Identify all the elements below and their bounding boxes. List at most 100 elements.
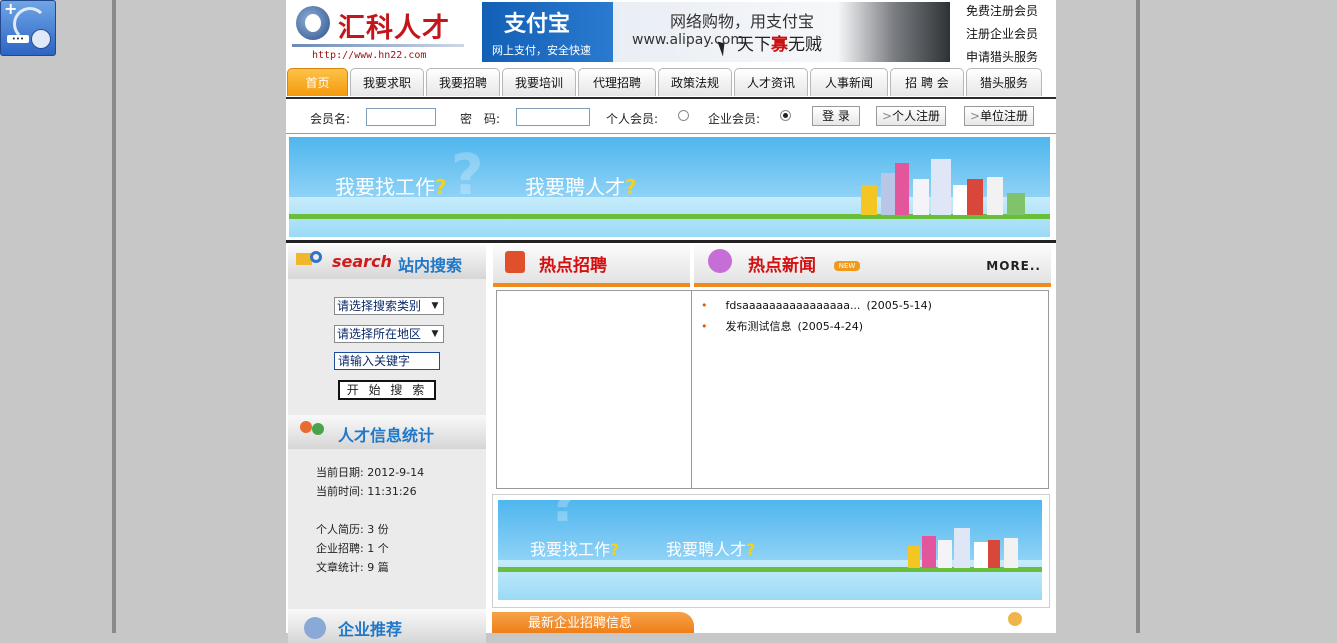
company-member-radio[interactable]	[780, 110, 791, 121]
building	[954, 528, 970, 568]
username-input[interactable]	[366, 108, 436, 126]
keyboard-icon: •••	[7, 35, 29, 43]
password-input[interactable]	[516, 108, 590, 126]
top-links: 免费注册会员 注册企业会员 申请猎头服务	[966, 0, 1056, 69]
nav-underline	[286, 97, 1056, 99]
building	[938, 540, 952, 568]
keyword-input[interactable]: 请输入关键字	[334, 352, 440, 370]
tab-recruit[interactable]: 我要招聘	[426, 68, 500, 96]
chevron-down-icon: ▼	[431, 301, 439, 311]
building	[895, 163, 909, 215]
chevron-down-icon[interactable]	[31, 29, 51, 49]
link-company-register[interactable]: 注册企业会员	[966, 23, 1056, 46]
company-member-label: 企业会员:	[708, 112, 761, 126]
stats-time: 当前时间: 11:31:26	[316, 485, 417, 498]
banner-decor-question: ?	[548, 500, 581, 535]
site-url: http://www.hn22.com	[312, 50, 427, 61]
tab-home[interactable]: 首页	[287, 68, 348, 96]
banner-hire-talent: 我要聘人才?	[525, 175, 637, 199]
tab-job-seek[interactable]: 我要求职	[350, 68, 424, 96]
new-badge: NEW	[834, 261, 860, 271]
building	[1004, 538, 1018, 568]
ad-brand: 支付宝	[504, 12, 571, 37]
ad-tagline: 网上支付，安全快速	[492, 44, 591, 57]
link-free-register[interactable]: 免费注册会员	[966, 0, 1056, 23]
search-category-select[interactable]: 请选择搜索类别 ▼	[334, 297, 444, 315]
users-icon-2	[312, 423, 324, 435]
person-icon	[1008, 612, 1022, 626]
latest-jobs-header: 最新企业招聘信息	[492, 612, 694, 633]
building	[913, 179, 929, 215]
recruit-banner-bottom[interactable]: ? 我要找工作? 我要聘人才?	[498, 500, 1042, 600]
arrow-right-icon: >	[969, 109, 981, 123]
personal-member-label: 个人会员:	[606, 112, 659, 126]
search-title-en: search	[332, 252, 392, 271]
hot-jobs-title: 热点招聘	[539, 256, 607, 276]
floating-widget[interactable]: + •••	[0, 0, 56, 56]
news-item[interactable]: • fdsaaaaaaaaaaaaaaaa... (2005-5-14)	[701, 299, 932, 312]
content-divider	[286, 240, 1056, 243]
ad-slogan: 天下寡无贼	[737, 35, 822, 55]
desktop-gutter-right	[1136, 0, 1140, 633]
personal-member-radio[interactable]	[678, 110, 689, 121]
stats-date: 当前日期: 2012-9-14	[316, 466, 425, 479]
hot-news-title: 热点新闻	[748, 256, 816, 276]
tab-job-fair[interactable]: 招 聘 会	[890, 68, 964, 96]
building	[922, 536, 936, 568]
login-button[interactable]: 登 录	[812, 106, 860, 126]
chevron-down-icon: ▼	[431, 329, 439, 339]
page: 汇科人才 http://www.hn22.com 支付宝 网上支付，安全快速 网…	[286, 0, 1056, 643]
building	[953, 185, 967, 215]
tab-agency[interactable]: 代理招聘	[578, 68, 656, 96]
logo-underline	[292, 44, 464, 47]
building	[861, 185, 877, 215]
search-region-select[interactable]: 请选择所在地区 ▼	[334, 325, 444, 343]
search-section-header: search 站内搜索	[288, 245, 486, 279]
arrow-right-icon: >	[881, 109, 893, 123]
building	[1007, 193, 1025, 215]
stats-resumes: 个人简历: 3 份	[316, 523, 389, 536]
banner-decor-question: ?	[451, 143, 484, 208]
recruit-banner-top[interactable]: ? 我要找工作? 我要聘人才?	[289, 137, 1050, 237]
news-item[interactable]: • 发布测试信息 (2005-4-24)	[701, 318, 863, 334]
building	[931, 159, 951, 215]
tab-policy[interactable]: 政策法规	[658, 68, 732, 96]
users-icon	[300, 421, 312, 433]
company-register-button[interactable]: >单位注册	[964, 106, 1034, 126]
link-headhunter[interactable]: 申请猎头服务	[966, 46, 1056, 69]
tab-headhunt[interactable]: 猎头服务	[966, 68, 1042, 96]
main-nav: 首页 我要求职 我要招聘 我要培训 代理招聘 政策法规 人才资讯 人事新闻 招 …	[286, 68, 1056, 98]
stats-title: 人才信息统计	[338, 426, 435, 445]
logo-text: 汇科人才	[338, 13, 450, 44]
personal-register-button[interactable]: >个人注册	[876, 106, 946, 126]
banner-find-job: 我要找工作?	[530, 540, 620, 559]
hot-jobs-header: 热点招聘	[493, 245, 690, 287]
login-bar: 会员名: 密 码: 个人会员: 企业会员: 登 录 >个人注册 >单位注册	[286, 101, 1056, 134]
alipay-ad-banner[interactable]: 支付宝 网上支付，安全快速 网络购物，用支付宝 www.alipay.com 天…	[482, 2, 950, 62]
building	[967, 179, 983, 215]
building	[988, 540, 1000, 568]
magnifier-icon	[310, 251, 322, 263]
site-logo[interactable]: 汇科人才 http://www.hn22.com	[292, 4, 464, 62]
bullet-icon: •	[701, 320, 708, 333]
logo-mark-icon	[296, 6, 330, 40]
stack-icon	[505, 251, 525, 273]
password-label: 密 码:	[460, 112, 501, 126]
search-submit-button[interactable]: 开 始 搜 索	[338, 380, 436, 400]
search-title-cn: 站内搜索	[398, 256, 463, 275]
more-news-link[interactable]: MORE..	[986, 259, 1041, 273]
building	[987, 177, 1003, 215]
panel-divider	[691, 291, 692, 488]
username-label: 会员名:	[310, 112, 351, 126]
stats-section-header: 人才信息统计	[288, 415, 486, 449]
stats-jobs: 企业招聘: 1 个	[316, 542, 389, 555]
tab-talent-info[interactable]: 人才资讯	[734, 68, 808, 96]
octopus-icon	[708, 249, 732, 273]
tab-hr-news[interactable]: 人事新闻	[810, 68, 888, 96]
company-section-header: 企业推荐	[288, 609, 486, 643]
tab-training[interactable]: 我要培训	[502, 68, 576, 96]
banner-hire-talent: 我要聘人才?	[666, 540, 756, 559]
building	[974, 542, 988, 568]
bullet-icon: •	[701, 299, 708, 312]
left-column: search 站内搜索 请选择搜索类别 ▼ 请选择所在地区 ▼ 请输入关键字 开 始…	[288, 245, 486, 643]
